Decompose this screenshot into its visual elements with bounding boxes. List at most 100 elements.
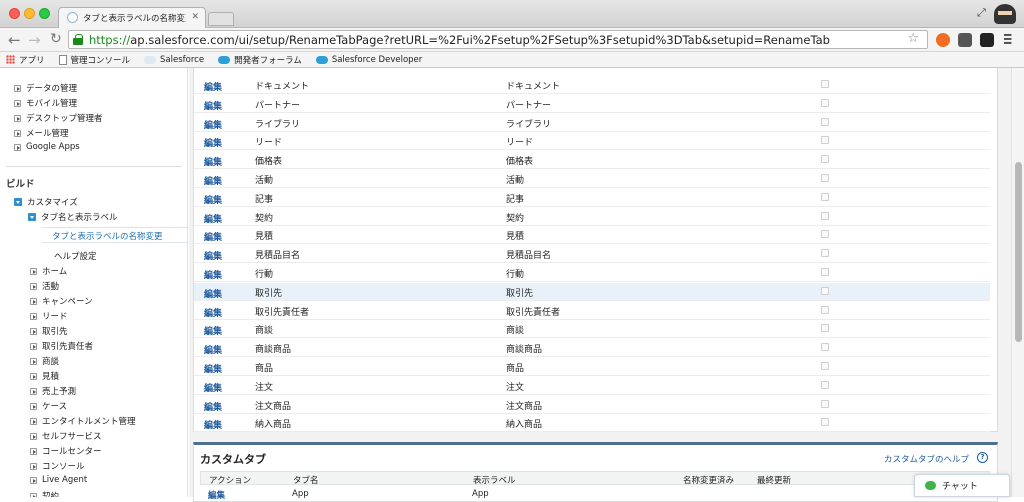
sidebar-item-object[interactable]: コールセンター	[30, 445, 102, 457]
expand-triangle-icon[interactable]	[30, 267, 37, 275]
expand-triangle-icon[interactable]	[30, 417, 37, 425]
reload-icon[interactable]: ↻	[50, 31, 62, 47]
expand-triangle-icon[interactable]	[14, 143, 21, 151]
expand-triangle-icon[interactable]	[14, 129, 21, 137]
zoom-window-button[interactable]	[39, 8, 50, 19]
edit-link[interactable]: 編集	[204, 174, 222, 187]
edit-link[interactable]: 編集	[204, 80, 222, 93]
bookmark-salesforce[interactable]: Salesforce	[144, 55, 204, 65]
scrollbar-thumb[interactable]	[1015, 162, 1022, 342]
sidebar-item-help-settings[interactable]: ヘルプ設定	[54, 250, 97, 262]
expand-triangle-icon[interactable]	[30, 432, 37, 440]
edit-link[interactable]: 編集	[204, 287, 222, 300]
sidebar-item-object[interactable]: リード	[30, 310, 68, 322]
renamed-checkbox	[821, 324, 829, 333]
display-label-cell: 見積	[506, 232, 525, 243]
sidebar-item-tabs-labels[interactable]: タブ名と表示ラベル	[28, 211, 118, 223]
expand-triangle-icon[interactable]	[30, 372, 37, 380]
edit-link[interactable]: 編集	[204, 118, 222, 131]
sidebar-item-rename-tabs-selected[interactable]: タブと表示ラベルの名称変更	[42, 227, 187, 243]
extension-ninja-icon[interactable]	[980, 33, 994, 47]
page-scrollbar[interactable]	[1011, 68, 1024, 497]
bookmark-star-icon[interactable]: ☆	[907, 31, 919, 46]
sidebar-item-object[interactable]: 売上予測	[30, 385, 76, 397]
minimize-window-button[interactable]	[24, 8, 35, 19]
sidebar-item-object[interactable]: 活動	[30, 280, 59, 292]
extension-fox-icon[interactable]	[936, 33, 950, 47]
sidebar-item-data-management[interactable]: データの管理	[14, 82, 77, 94]
expand-triangle-icon[interactable]	[30, 402, 37, 410]
help-question-icon[interactable]: ?	[977, 452, 988, 463]
column-header-last-modified: 最終更新	[757, 476, 792, 486]
browser-toolbar: ← → ↻ https://ap.salesforce.com/ui/setup…	[0, 28, 1024, 52]
edit-link[interactable]: 編集	[204, 268, 222, 281]
sidebar-item-object[interactable]: ケース	[30, 400, 67, 412]
collapse-triangle-icon[interactable]	[14, 198, 22, 206]
collapse-triangle-icon[interactable]	[28, 213, 36, 221]
close-window-button[interactable]	[9, 8, 20, 19]
edit-link[interactable]: 編集	[204, 230, 222, 243]
expand-triangle-icon[interactable]	[14, 99, 21, 107]
expand-triangle-icon[interactable]	[30, 476, 37, 484]
address-bar[interactable]: https://ap.salesforce.com/ui/setup/Renam…	[68, 30, 928, 49]
sidebar-item-object[interactable]: エンタイトルメント管理	[30, 415, 136, 427]
sidebar-item-object[interactable]: 見積	[30, 370, 59, 382]
sidebar-item-object[interactable]: 商談	[30, 355, 59, 367]
expand-triangle-icon[interactable]	[30, 282, 37, 290]
fullscreen-icon[interactable]: ⤢	[977, 6, 986, 20]
new-tab-button[interactable]	[208, 12, 234, 26]
edit-link[interactable]: 編集	[204, 249, 222, 262]
edit-link[interactable]: 編集	[204, 381, 222, 394]
expand-triangle-icon[interactable]	[14, 84, 21, 92]
sidebar-item-desktop[interactable]: デスクトップ管理者	[14, 112, 103, 124]
sidebar-item-customize[interactable]: カスタマイズ	[14, 196, 78, 208]
bookmark-admin-console[interactable]: 管理コンソール	[58, 54, 130, 66]
expand-triangle-icon[interactable]	[30, 387, 37, 395]
expand-triangle-icon[interactable]	[30, 297, 37, 305]
tab-close-icon[interactable]: ✕	[191, 12, 199, 22]
sidebar-item-google-apps[interactable]: Google Apps	[14, 142, 80, 152]
forward-arrow-icon[interactable]: →	[28, 31, 41, 49]
edit-link[interactable]: 編集	[204, 212, 222, 225]
sidebar-item-object[interactable]: 取引先責任者	[30, 340, 93, 352]
custom-edit-link[interactable]: 編集	[208, 489, 225, 501]
edit-link[interactable]: 編集	[204, 324, 222, 337]
custom-tabs-help-link[interactable]: カスタムタブのヘルプ	[884, 453, 969, 465]
back-arrow-icon[interactable]: ←	[8, 31, 21, 49]
edit-link[interactable]: 編集	[204, 362, 222, 375]
bookmark-salesforce-developer[interactable]: Salesforce Developer	[315, 55, 422, 65]
edit-link[interactable]: 編集	[204, 306, 222, 319]
sidebar-item-email[interactable]: メール管理	[14, 127, 69, 139]
expand-triangle-icon[interactable]	[30, 312, 37, 320]
browser-tab-active[interactable]: タブと表示ラベルの名称変更 ✕	[58, 7, 206, 29]
edit-link[interactable]: 編集	[204, 193, 222, 206]
edit-link[interactable]: 編集	[204, 99, 222, 112]
chat-widget[interactable]: チャット	[914, 474, 1010, 497]
bookmark-dev-forum[interactable]: 開発者フォーラム	[218, 54, 302, 66]
expand-triangle-icon[interactable]	[30, 357, 37, 365]
expand-triangle-icon[interactable]	[30, 492, 37, 497]
sidebar-item-object[interactable]: キャンペーン	[30, 295, 93, 307]
edit-link[interactable]: 編集	[204, 155, 222, 168]
sidebar-item-object[interactable]: 取引先	[30, 325, 68, 337]
expand-triangle-icon[interactable]	[30, 447, 37, 455]
extension-pocket-icon[interactable]	[958, 33, 972, 47]
expand-triangle-icon[interactable]	[30, 342, 37, 350]
menu-icon[interactable]: ━ ━ ━	[1004, 29, 1016, 49]
expand-triangle-icon[interactable]	[30, 462, 37, 470]
sidebar-item-object[interactable]: ホーム	[30, 265, 67, 277]
tab-name-cell: 行動	[255, 270, 274, 280]
sidebar-item-object[interactable]: 契約	[30, 490, 59, 497]
sidebar-item-object[interactable]: Live Agent	[30, 475, 87, 485]
sidebar-item-mobile[interactable]: モバイル管理	[14, 97, 77, 109]
sidebar-item-object[interactable]: コンソール	[30, 460, 85, 472]
expand-triangle-icon[interactable]	[14, 114, 21, 122]
bookmark-apps[interactable]: アプリ	[6, 54, 45, 66]
sidebar-item-object[interactable]: セルフサービス	[30, 430, 102, 442]
edit-link[interactable]: 編集	[204, 136, 222, 149]
edit-link[interactable]: 編集	[204, 343, 222, 356]
expand-triangle-icon[interactable]	[30, 327, 37, 335]
edit-link[interactable]: 編集	[204, 400, 222, 413]
profile-avatar-icon[interactable]	[994, 4, 1016, 24]
edit-link[interactable]: 編集	[204, 418, 222, 431]
